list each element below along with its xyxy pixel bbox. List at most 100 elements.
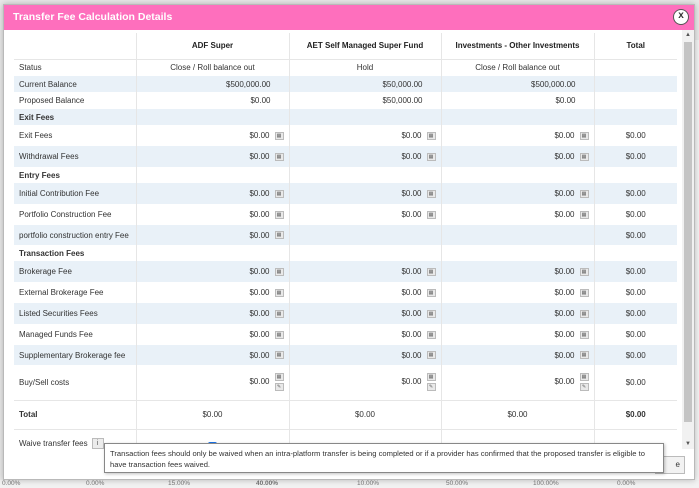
fee-cell: $0.00 ▦ <box>135 261 289 282</box>
bg-percent: 40.00% <box>256 480 279 487</box>
calculator-icon[interactable]: ▦ <box>426 267 436 276</box>
col-header-other-investments: Investments - Other Investments <box>440 33 594 60</box>
calculator-icon[interactable]: ▦ <box>426 373 436 382</box>
total-value: $0.00 <box>593 225 677 245</box>
calculator-icon[interactable]: ▦ <box>426 288 436 297</box>
waive-tooltip: Transaction fees should only be waived w… <box>104 443 664 473</box>
fee-cell: $0.00 ▦ <box>440 261 594 282</box>
close-button[interactable]: x <box>673 9 689 25</box>
col-header-aet-smsf: AET Self Managed Super Fund <box>288 33 441 60</box>
row-label: Managed Funds Fee <box>19 330 93 339</box>
fee-cell: $0.00 ▦ <box>288 261 441 282</box>
fee-cell: $0.00 ▦ <box>135 324 289 345</box>
fee-value: $0.00 <box>554 152 575 161</box>
cell-value: $0.00 <box>440 92 594 109</box>
close-icon: x <box>678 10 684 21</box>
fee-cell: $0.00 ▦ <box>135 303 289 324</box>
fee-cell: $0.00 ▦ <box>288 204 441 225</box>
cell-value <box>593 92 677 109</box>
fee-value: $0.00 <box>554 131 575 140</box>
pencil-icon[interactable]: ✎ <box>274 383 284 392</box>
calculator-icon[interactable]: ▦ <box>274 330 284 339</box>
calculator-icon[interactable]: ▦ <box>426 131 436 140</box>
calculator-icon[interactable]: ▦ <box>426 210 436 219</box>
background-percent-row: 0.00% 0.00% 15.00% 40.00% 10.00% 50.00% … <box>0 480 699 488</box>
calculator-icon[interactable]: ▦ <box>274 309 284 318</box>
cell-value <box>593 59 677 76</box>
fee-value: $0.00 <box>401 131 422 140</box>
fee-value: $0.00 <box>249 210 270 219</box>
table-row-proposed-balance: Proposed Balance $0.00 $50,000.00 $0.00 <box>14 92 677 109</box>
total-value: $0.00 <box>593 183 677 204</box>
fee-value: $0.00 <box>249 131 270 140</box>
bg-percent: 0.00% <box>617 480 636 487</box>
calculator-icon[interactable]: ▦ <box>579 288 589 297</box>
vertical-scrollbar[interactable]: ▲ ▼ <box>682 30 694 449</box>
fee-cell: $0.00 ▦ <box>135 125 289 146</box>
fee-cell: $0.00 ▦ <box>135 345 289 365</box>
table-row-total: Total $0.00 $0.00 $0.00 $0.00 <box>14 400 677 429</box>
table-row-initial-contribution-fee: Initial Contribution Fee $0.00 ▦ $0.00 ▦ $… <box>14 183 677 204</box>
calculator-icon[interactable]: ▦ <box>579 351 589 360</box>
row-label: Listed Securities Fees <box>14 303 136 324</box>
fee-value: $0.00 <box>401 377 422 387</box>
row-label: Exit Fees <box>19 131 53 140</box>
row-label: External Brokerage Fee <box>19 288 104 297</box>
calculator-icon[interactable]: ▦ <box>274 351 284 360</box>
fee-value: $0.00 <box>401 152 422 161</box>
table-row-brokerage-fee: Brokerage Fee $0.00 ▦ $0.00 ▦ $0.00 ▦ $0.00 <box>14 261 677 282</box>
cell-value: $500,000.00 <box>135 76 289 92</box>
fee-value: $0.00 <box>554 267 575 276</box>
calculator-icon[interactable]: ▦ <box>579 189 589 198</box>
fee-value: $0.00 <box>401 210 422 219</box>
fee-value: $0.00 <box>249 189 270 198</box>
fee-value: $0.00 <box>249 267 270 276</box>
fee-cell: $0.00 ▦ <box>288 146 441 167</box>
fee-value: $0.00 <box>554 189 575 198</box>
calculator-icon[interactable]: ▦ <box>579 373 589 382</box>
calculator-icon[interactable]: ▦ <box>579 330 589 339</box>
calculator-icon[interactable]: ▦ <box>426 330 436 339</box>
calculator-icon[interactable]: ▦ <box>274 231 284 240</box>
calculator-icon[interactable]: ▦ <box>274 288 284 297</box>
fee-value: $0.00 <box>554 210 575 219</box>
fee-cell: $0.00 ▦ <box>135 183 289 204</box>
calculator-icon[interactable]: ▦ <box>579 131 589 140</box>
bg-percent: 100.00% <box>533 480 559 487</box>
fee-value: $0.00 <box>249 152 270 161</box>
calculator-icon[interactable]: ▦ <box>274 131 284 140</box>
calculator-icon[interactable]: ▦ <box>426 189 436 198</box>
calculator-icon[interactable]: ▦ <box>274 373 284 382</box>
pencil-icon[interactable]: ✎ <box>426 383 436 392</box>
section-label: Entry Fees <box>19 170 60 180</box>
total-value: $0.00 <box>593 146 677 167</box>
table-row-supplementary-brokerage-fee: Supplementary Brokerage fee $0.00 ▦ $0.00… <box>14 345 677 365</box>
pencil-icon[interactable]: ✎ <box>579 383 589 392</box>
fee-value: $0.00 <box>401 288 422 297</box>
calculator-icon[interactable]: ▦ <box>426 351 436 360</box>
fee-cell: $0.00 ▦ <box>440 125 594 146</box>
fee-value: $0.00 <box>554 350 575 360</box>
fee-cell: $0.00 ▦ <box>288 183 441 204</box>
calculator-icon[interactable]: ▦ <box>274 152 284 161</box>
dialog-content: ADF Super AET Self Managed Super Fund In… <box>4 30 682 479</box>
info-icon[interactable]: i <box>91 437 104 449</box>
scroll-up-icon[interactable]: ▲ <box>682 30 694 40</box>
scroll-down-icon[interactable]: ▼ <box>682 439 694 449</box>
calculator-icon[interactable]: ▦ <box>274 210 284 219</box>
calculator-icon[interactable]: ▦ <box>579 309 589 318</box>
calculator-icon[interactable]: ▦ <box>274 189 284 198</box>
table-row-external-brokerage-fee: External Brokerage Fee $0.00 ▦ $0.00 ▦ $0.… <box>14 282 677 303</box>
bg-percent: 0.00% <box>2 480 21 487</box>
calculator-icon[interactable]: ▦ <box>579 210 589 219</box>
total-value: $0.00 <box>288 400 441 429</box>
calculator-icon[interactable]: ▦ <box>426 152 436 161</box>
fee-value: $0.00 <box>401 330 422 339</box>
calculator-icon[interactable]: ▦ <box>579 152 589 161</box>
scrollbar-thumb[interactable] <box>684 42 692 422</box>
calculator-icon[interactable]: ▦ <box>579 267 589 276</box>
total-value: $0.00 <box>440 400 594 429</box>
calculator-icon[interactable]: ▦ <box>274 267 284 276</box>
total-value: $0.00 <box>593 282 677 303</box>
calculator-icon[interactable]: ▦ <box>426 309 436 318</box>
